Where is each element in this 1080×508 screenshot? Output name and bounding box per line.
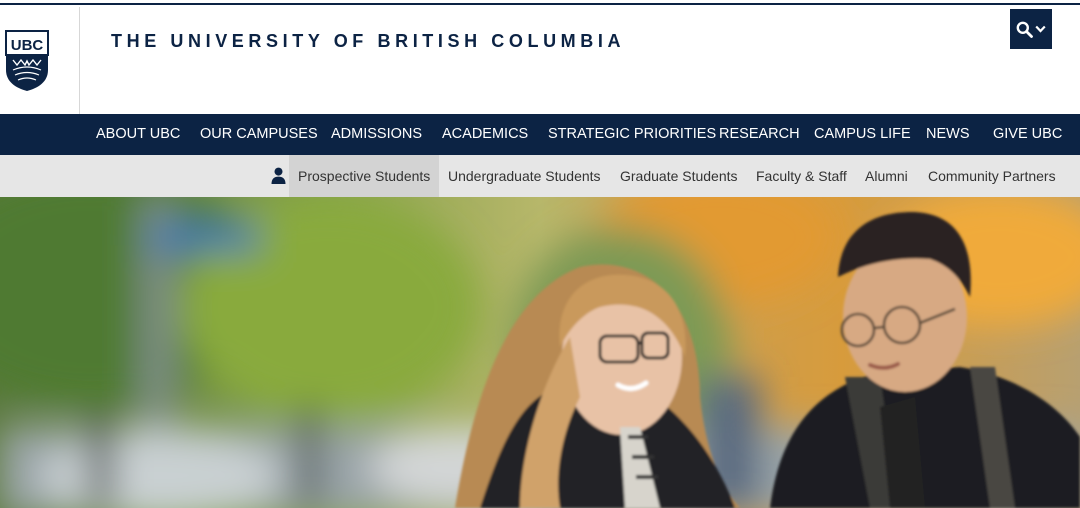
- hero-image: [0, 197, 1080, 508]
- hero-photo-students: [0, 197, 1080, 508]
- audience-prospective-students[interactable]: Prospective Students: [289, 155, 440, 197]
- ubc-logo-link[interactable]: UBC: [0, 7, 80, 114]
- nav-give-ubc[interactable]: GIVE UBC: [993, 114, 1062, 155]
- audience-alumni[interactable]: Alumni: [865, 155, 908, 197]
- university-wordmark: THE UNIVERSITY OF BRITISH COLUMBIA: [111, 31, 626, 51]
- main-navigation: ABOUT UBC OUR CAMPUSES ADMISSIONS ACADEM…: [0, 114, 1080, 155]
- ubc-crest-logo: UBC: [5, 30, 49, 91]
- nav-admissions[interactable]: ADMISSIONS: [331, 114, 422, 155]
- nav-strategic-priorities[interactable]: STRATEGIC PRIORITIES: [548, 114, 716, 155]
- search-icon: [1016, 21, 1033, 38]
- nav-academics[interactable]: ACADEMICS: [442, 114, 528, 155]
- svg-text:UBC: UBC: [11, 37, 44, 54]
- nav-news[interactable]: NEWS: [926, 114, 970, 155]
- audience-community-partners[interactable]: Community Partners: [928, 155, 1056, 197]
- audience-undergraduate-students[interactable]: Undergraduate Students: [448, 155, 601, 197]
- audience-graduate-students[interactable]: Graduate Students: [620, 155, 738, 197]
- nav-research[interactable]: RESEARCH: [719, 114, 800, 155]
- audience-navigation: Prospective Students Undergraduate Stude…: [0, 155, 1080, 197]
- top-rule: [0, 0, 1080, 5]
- audience-faculty-staff[interactable]: Faculty & Staff: [756, 155, 847, 197]
- chevron-down-icon: [1035, 25, 1046, 33]
- site-header: UBC THE UNIVERSITY OF BRITISH COLUMBIA: [0, 7, 1080, 114]
- nav-campus-life[interactable]: CAMPUS LIFE: [814, 114, 911, 155]
- nav-about-ubc[interactable]: ABOUT UBC: [96, 114, 180, 155]
- nav-our-campuses[interactable]: OUR CAMPUSES: [200, 114, 318, 155]
- person-icon: [271, 167, 286, 184]
- search-toggle-button[interactable]: [1010, 9, 1052, 49]
